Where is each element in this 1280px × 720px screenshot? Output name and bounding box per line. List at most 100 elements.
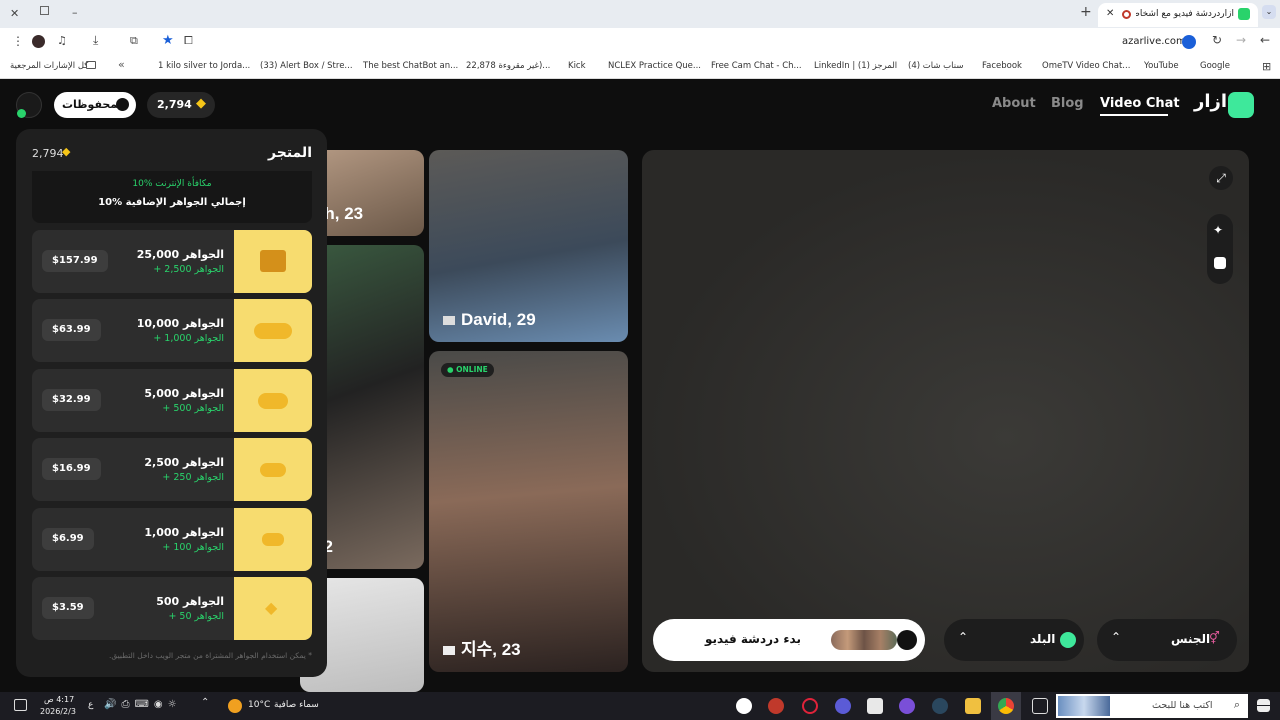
- saved-button[interactable]: المحفوظات: [54, 92, 136, 118]
- globe-icon: [1060, 632, 1076, 648]
- price-button[interactable]: $32.99: [42, 389, 101, 411]
- azar-page: المحفوظات 2,794 ◆ About Blog Video Chat …: [0, 80, 1280, 692]
- tab-search-icon[interactable]: ⌄: [1262, 5, 1276, 19]
- taskbar-app-6-icon[interactable]: [899, 698, 915, 714]
- bonus-total: 10% إجمالي الجواهر الإضافية: [98, 197, 246, 208]
- package-gems: 500 الجواهر: [156, 595, 224, 608]
- taskbar-explorer-icon[interactable]: [965, 698, 981, 714]
- price-button[interactable]: $63.99: [42, 319, 101, 341]
- new-tab-icon[interactable]: +: [1080, 4, 1092, 20]
- package-gems: 1,000 الجواهر: [144, 526, 224, 539]
- nav-about[interactable]: About: [992, 96, 1036, 111]
- gem-package-1000[interactable]: $6.99 1,000 الجواهر + 100 الجواهر: [32, 508, 312, 571]
- single-gem-icon: ◆: [234, 577, 312, 640]
- weather-icon[interactable]: [228, 699, 242, 713]
- taskbar-search-box[interactable]: اكتب هنا للبحث ⌕: [1056, 694, 1248, 718]
- bookmark-freecam[interactable]: Free Cam Chat - Ch...: [711, 61, 802, 71]
- bookmark-ometv[interactable]: OmeTV Video Chat...: [1042, 61, 1130, 71]
- notification-icon[interactable]: [14, 699, 27, 711]
- nav-blog[interactable]: Blog: [1051, 96, 1084, 111]
- tab-close-icon[interactable]: ✕: [1106, 8, 1114, 19]
- gem-package-500[interactable]: $3.59 500 الجواهر + 50 الجواهر ◆: [32, 577, 312, 640]
- logo-icon[interactable]: [1228, 92, 1254, 118]
- active-tab[interactable]: ✕ أزاردردشة فيديو مع أشخاص: [1098, 3, 1258, 27]
- face-filter-icon[interactable]: [1214, 257, 1226, 269]
- treasure-chest-icon: [234, 230, 312, 293]
- bookmark-silver[interactable]: 1 kilo silver to Jorda...: [158, 61, 250, 71]
- taskbar-app-4-icon[interactable]: [835, 698, 851, 714]
- country-filter[interactable]: ⌃ البلد: [944, 619, 1084, 661]
- price-button[interactable]: $157.99: [42, 250, 108, 272]
- nav-video-chat[interactable]: Video Chat: [1100, 96, 1180, 111]
- weather-temp[interactable]: 10°C: [248, 700, 270, 710]
- forward-icon[interactable]: →: [1236, 33, 1246, 47]
- price-button[interactable]: $16.99: [42, 458, 101, 480]
- more-bookmarks-icon[interactable]: «: [118, 58, 125, 71]
- gem-pair-icon: [234, 508, 312, 571]
- package-bonus: + 1,000 الجواهر: [153, 333, 224, 344]
- tray-chevron-icon[interactable]: ⌃: [201, 697, 209, 708]
- bookmark-nclex[interactable]: NCLEX Practice Que...: [608, 61, 701, 71]
- profile-card-2-label: David, 29: [461, 310, 536, 329]
- flag-kr-icon: [443, 646, 455, 655]
- restore-window-icon[interactable]: [40, 6, 49, 15]
- gem-package-5000[interactable]: $32.99 5,000 الجواهر + 500 الجواهر: [32, 369, 312, 432]
- reload-icon[interactable]: ↻: [1212, 33, 1222, 47]
- back-icon[interactable]: ←: [1260, 33, 1270, 47]
- diamond-icon: ◆: [62, 145, 71, 158]
- camera-permission-icon[interactable]: [1182, 35, 1196, 49]
- bookmark-linkedin[interactable]: LinkedIn | المرجز (1): [814, 61, 897, 71]
- bookmarks-bar: كل الإشارات المرجعية « ⊞ Google YouTube …: [0, 55, 1280, 79]
- task-view-icon[interactable]: [1032, 698, 1048, 714]
- expand-icon[interactable]: ⤢: [1209, 166, 1233, 190]
- taskbar-chrome-icon[interactable]: [998, 698, 1014, 714]
- cast-icon[interactable]: ⧠: [184, 34, 193, 48]
- taskbar-app-1-icon[interactable]: [736, 698, 752, 714]
- start-video-chat-button[interactable]: بدء دردشة فيديو: [653, 619, 925, 661]
- bookmark-star-icon[interactable]: ★: [162, 33, 174, 48]
- weather-text[interactable]: سماء صافية: [274, 700, 319, 710]
- gem-pile-icon: [234, 369, 312, 432]
- bookmark-alertbox[interactable]: (33) Alert Box / Stre...: [260, 61, 353, 71]
- close-window-icon[interactable]: ✕: [10, 7, 19, 20]
- minimize-window-icon[interactable]: –: [72, 6, 78, 19]
- price-button[interactable]: $3.59: [42, 597, 94, 619]
- clock-date[interactable]: 2026/2/3: [40, 707, 76, 716]
- start-icon[interactable]: [1257, 699, 1270, 712]
- language-indicator[interactable]: ع: [88, 700, 93, 710]
- taskbar-steam-icon[interactable]: [932, 698, 948, 714]
- bookmark-kick[interactable]: Kick: [568, 61, 586, 71]
- bookmark-google[interactable]: Google: [1200, 61, 1230, 71]
- taskbar-opera-icon[interactable]: [802, 698, 818, 714]
- package-gems: 5,000 الجواهر: [144, 387, 224, 400]
- profile-card-4-name: 지수, 23: [443, 635, 521, 660]
- price-button[interactable]: $6.99: [42, 528, 94, 550]
- all-bookmarks-label[interactable]: كل الإشارات المرجعية: [10, 61, 88, 71]
- bookmark-youtube[interactable]: YouTube: [1144, 61, 1179, 71]
- bookmark-facebook[interactable]: Facebook: [982, 61, 1022, 71]
- clock-time[interactable]: 4:17 ص: [44, 695, 74, 704]
- gem-package-10000[interactable]: $63.99 10,000 الجواهر + 1,000 الجواهر: [32, 299, 312, 362]
- gems-button[interactable]: 2,794 ◆: [147, 92, 215, 118]
- bookmark-chatbot[interactable]: The best ChatBot an...: [363, 61, 458, 71]
- profile-card-4[interactable]: ● ONLINE 지수, 23: [429, 351, 628, 672]
- bookmark-mail[interactable]: 22,878 غير مقروءة)...: [466, 61, 550, 71]
- shop-panel: 2,794 ◆ المتجر 10% مكافأة الإنترنت 10% إ…: [16, 129, 327, 677]
- profile-avatar[interactable]: [32, 35, 45, 48]
- profile-card-2[interactable]: David, 29: [429, 150, 628, 342]
- apps-icon[interactable]: ⊞: [1262, 60, 1271, 73]
- taskbar-store-icon[interactable]: [867, 698, 883, 714]
- address-url[interactable]: azarlive.com: [1122, 36, 1186, 47]
- menu-icon[interactable]: ⋮: [12, 34, 24, 48]
- magic-wand-icon[interactable]: ✦: [1213, 223, 1223, 237]
- media-icon[interactable]: ♫: [57, 34, 67, 47]
- online-badge: ● ONLINE: [441, 363, 494, 377]
- gender-filter[interactable]: ⌃ الجنس ⚥: [1097, 619, 1237, 661]
- logo-text[interactable]: ازار: [1194, 91, 1227, 112]
- gem-package-2500[interactable]: $16.99 2,500 الجواهر + 250 الجواهر: [32, 438, 312, 501]
- taskbar-app-2-icon[interactable]: [768, 698, 784, 714]
- bookmark-snapchat[interactable]: سناب شات (4): [908, 61, 963, 71]
- extensions-icon[interactable]: ⧉: [130, 34, 138, 48]
- download-icon[interactable]: ⤓: [93, 33, 98, 48]
- gem-package-25000[interactable]: $157.99 25,000 الجواهر + 2,500 الجواهر: [32, 230, 312, 293]
